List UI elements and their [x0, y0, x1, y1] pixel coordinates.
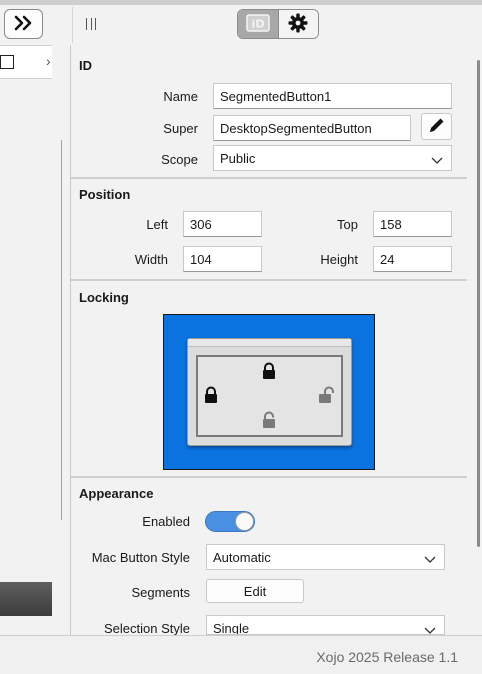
- super-label: Super: [163, 121, 198, 136]
- enabled-toggle[interactable]: [205, 511, 255, 532]
- navigator-row-glyph: ›: [46, 53, 51, 69]
- section-divider: [71, 279, 467, 281]
- toolbar-divider: [72, 7, 73, 43]
- navigator-checkbox[interactable]: [0, 55, 14, 69]
- lock-left-icon[interactable]: [203, 386, 219, 407]
- width-field[interactable]: 104: [183, 246, 262, 272]
- inspector-scrollbar[interactable]: [477, 60, 480, 547]
- toolbar: iD: [0, 5, 482, 45]
- section-title-appearance: Appearance: [79, 486, 154, 501]
- name-field[interactable]: SegmentedButton1: [213, 83, 452, 109]
- tab-settings[interactable]: [277, 10, 318, 38]
- navigator-horizontal-scrollbar[interactable]: [0, 582, 52, 616]
- section-divider: [71, 476, 467, 478]
- chevron-down-icon: [424, 623, 436, 634]
- window-title-bar: [188, 339, 351, 347]
- section-divider: [71, 177, 467, 179]
- super-field[interactable]: DesktopSegmentedButton: [213, 115, 411, 141]
- id-icon: iD: [246, 13, 270, 35]
- chevron-down-icon: [424, 552, 436, 567]
- svg-text:iD: iD: [252, 17, 265, 30]
- chevron-down-icon: [431, 153, 443, 168]
- edit-super-button[interactable]: [421, 113, 452, 140]
- double-chevron-right-icon: [13, 15, 35, 34]
- super-field-value: DesktopSegmentedButton: [220, 120, 372, 136]
- toggle-knob: [235, 512, 254, 531]
- selection-style-label: Selection Style: [104, 621, 190, 636]
- navigator-panel: [0, 45, 52, 635]
- lock-top-icon[interactable]: [261, 362, 277, 383]
- height-field[interactable]: 24: [373, 246, 452, 272]
- selection-style-select[interactable]: Single: [206, 615, 445, 635]
- top-label: Top: [337, 217, 358, 232]
- left-label: Left: [146, 217, 168, 232]
- section-title-id: ID: [79, 58, 92, 73]
- height-field-value: 24: [380, 251, 395, 267]
- name-label: Name: [163, 89, 198, 104]
- status-text: Xojo 2025 Release 1.1: [316, 649, 458, 665]
- unlock-right-icon[interactable]: [318, 386, 334, 407]
- top-field-value: 158: [380, 216, 402, 232]
- left-field[interactable]: 306: [183, 211, 262, 237]
- top-field[interactable]: 158: [373, 211, 452, 237]
- mac-button-style-label: Mac Button Style: [91, 550, 190, 565]
- height-label: Height: [320, 252, 358, 267]
- gear-icon: [287, 12, 309, 37]
- left-field-value: 306: [190, 216, 212, 232]
- scope-label: Scope: [161, 152, 198, 167]
- pencil-icon: [427, 115, 447, 138]
- width-field-value: 104: [190, 251, 212, 267]
- splitter-handle[interactable]: [61, 140, 62, 520]
- name-field-value: SegmentedButton1: [220, 88, 332, 104]
- width-label: Width: [134, 252, 168, 267]
- scope-select[interactable]: Public: [213, 145, 452, 171]
- selection-style-value: Single: [213, 621, 250, 635]
- section-title-locking: Locking: [79, 290, 129, 305]
- mac-button-style-value: Automatic: [213, 549, 271, 565]
- mac-button-style-select[interactable]: Automatic: [206, 544, 445, 570]
- inspector-mode-segmented: iD: [237, 9, 319, 39]
- expand-panel-button[interactable]: [4, 9, 43, 39]
- tab-id[interactable]: iD: [238, 10, 278, 38]
- unlock-bottom-icon[interactable]: [261, 411, 277, 432]
- segments-edit-button[interactable]: Edit: [206, 579, 304, 603]
- drag-grip-icon[interactable]: [86, 18, 96, 30]
- enabled-label: Enabled: [142, 514, 190, 529]
- scope-select-value: Public: [220, 150, 256, 166]
- section-title-position: Position: [79, 187, 131, 202]
- segments-label: Segments: [131, 585, 190, 600]
